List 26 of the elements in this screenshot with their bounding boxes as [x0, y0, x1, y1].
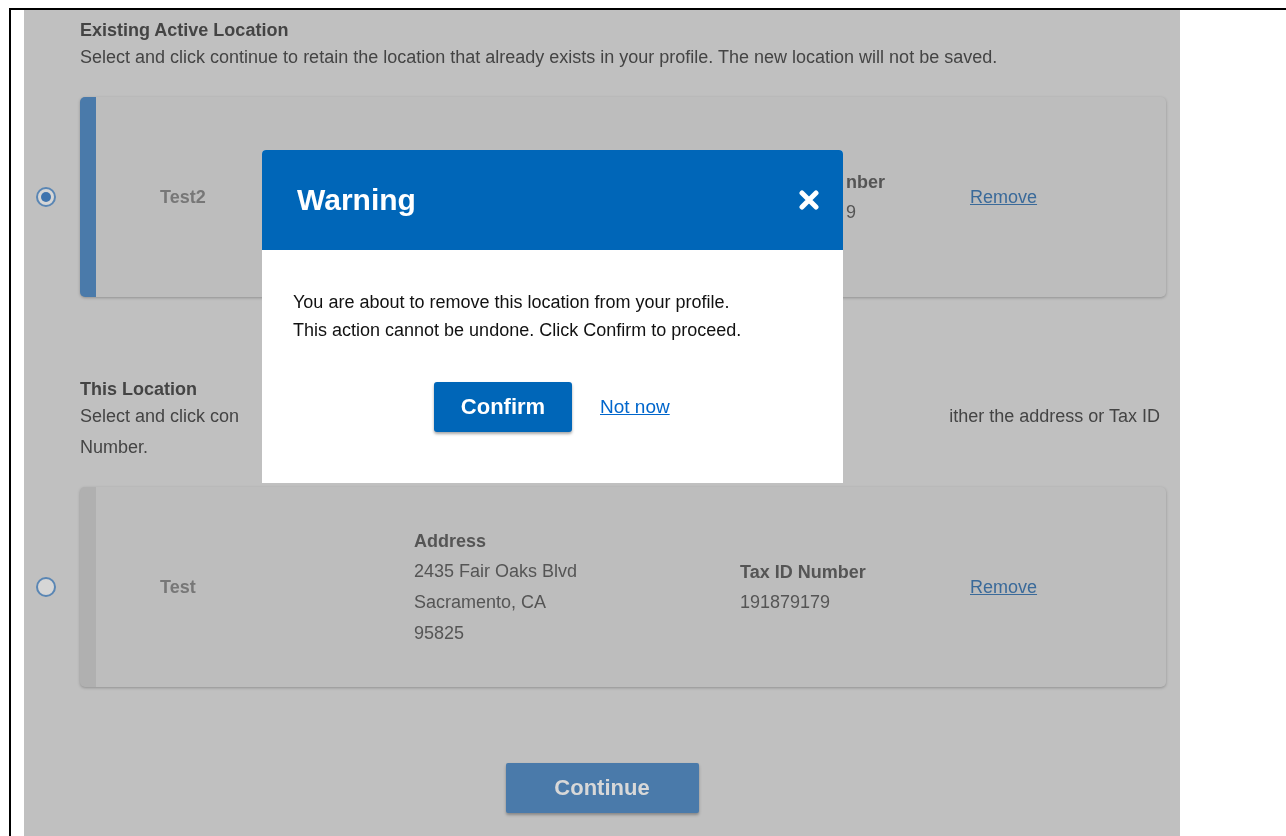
address-line: Sacramento, CA	[414, 590, 548, 614]
remove-link[interactable]: Remove	[970, 186, 1038, 207]
section-description: ither the address or Tax ID	[949, 405, 1160, 428]
dialog-title: Warning	[297, 183, 416, 217]
location-name: Test	[160, 576, 196, 597]
section-heading: This Location	[80, 378, 198, 401]
location-name: Test2	[160, 186, 206, 207]
address-label: Address	[414, 529, 488, 553]
section-heading: Existing Active Location	[80, 19, 290, 42]
continue-button[interactable]: Continue	[505, 763, 699, 813]
address-line: 2435 Fair Oaks Blvd	[414, 559, 579, 583]
close-icon[interactable]	[799, 190, 819, 210]
section-description: Select and click continue to retain the location that already exists in your profile. The new location will not be saved.	[80, 46, 998, 69]
confirm-button[interactable]: Confirm	[434, 382, 572, 432]
tax-id-value: 191879179	[740, 590, 832, 614]
location-card[interactable]: Test Address 2435 Fair Oaks Blvd Sacramento, CA 95825 Tax ID Number 191879179 Remove	[80, 487, 1166, 687]
radio-button[interactable]	[36, 187, 56, 207]
section-description: Select and click con	[80, 405, 240, 428]
radio-button[interactable]	[36, 577, 56, 597]
remove-link[interactable]: Remove	[970, 576, 1038, 597]
tax-id-value: 9	[846, 200, 857, 224]
section-description: Number.	[80, 436, 149, 459]
address-line: 95825	[414, 621, 466, 645]
tax-id-label: nber	[846, 170, 886, 194]
tax-id-label: Tax ID Number	[740, 560, 867, 584]
not-now-link[interactable]: Not now	[600, 396, 670, 418]
